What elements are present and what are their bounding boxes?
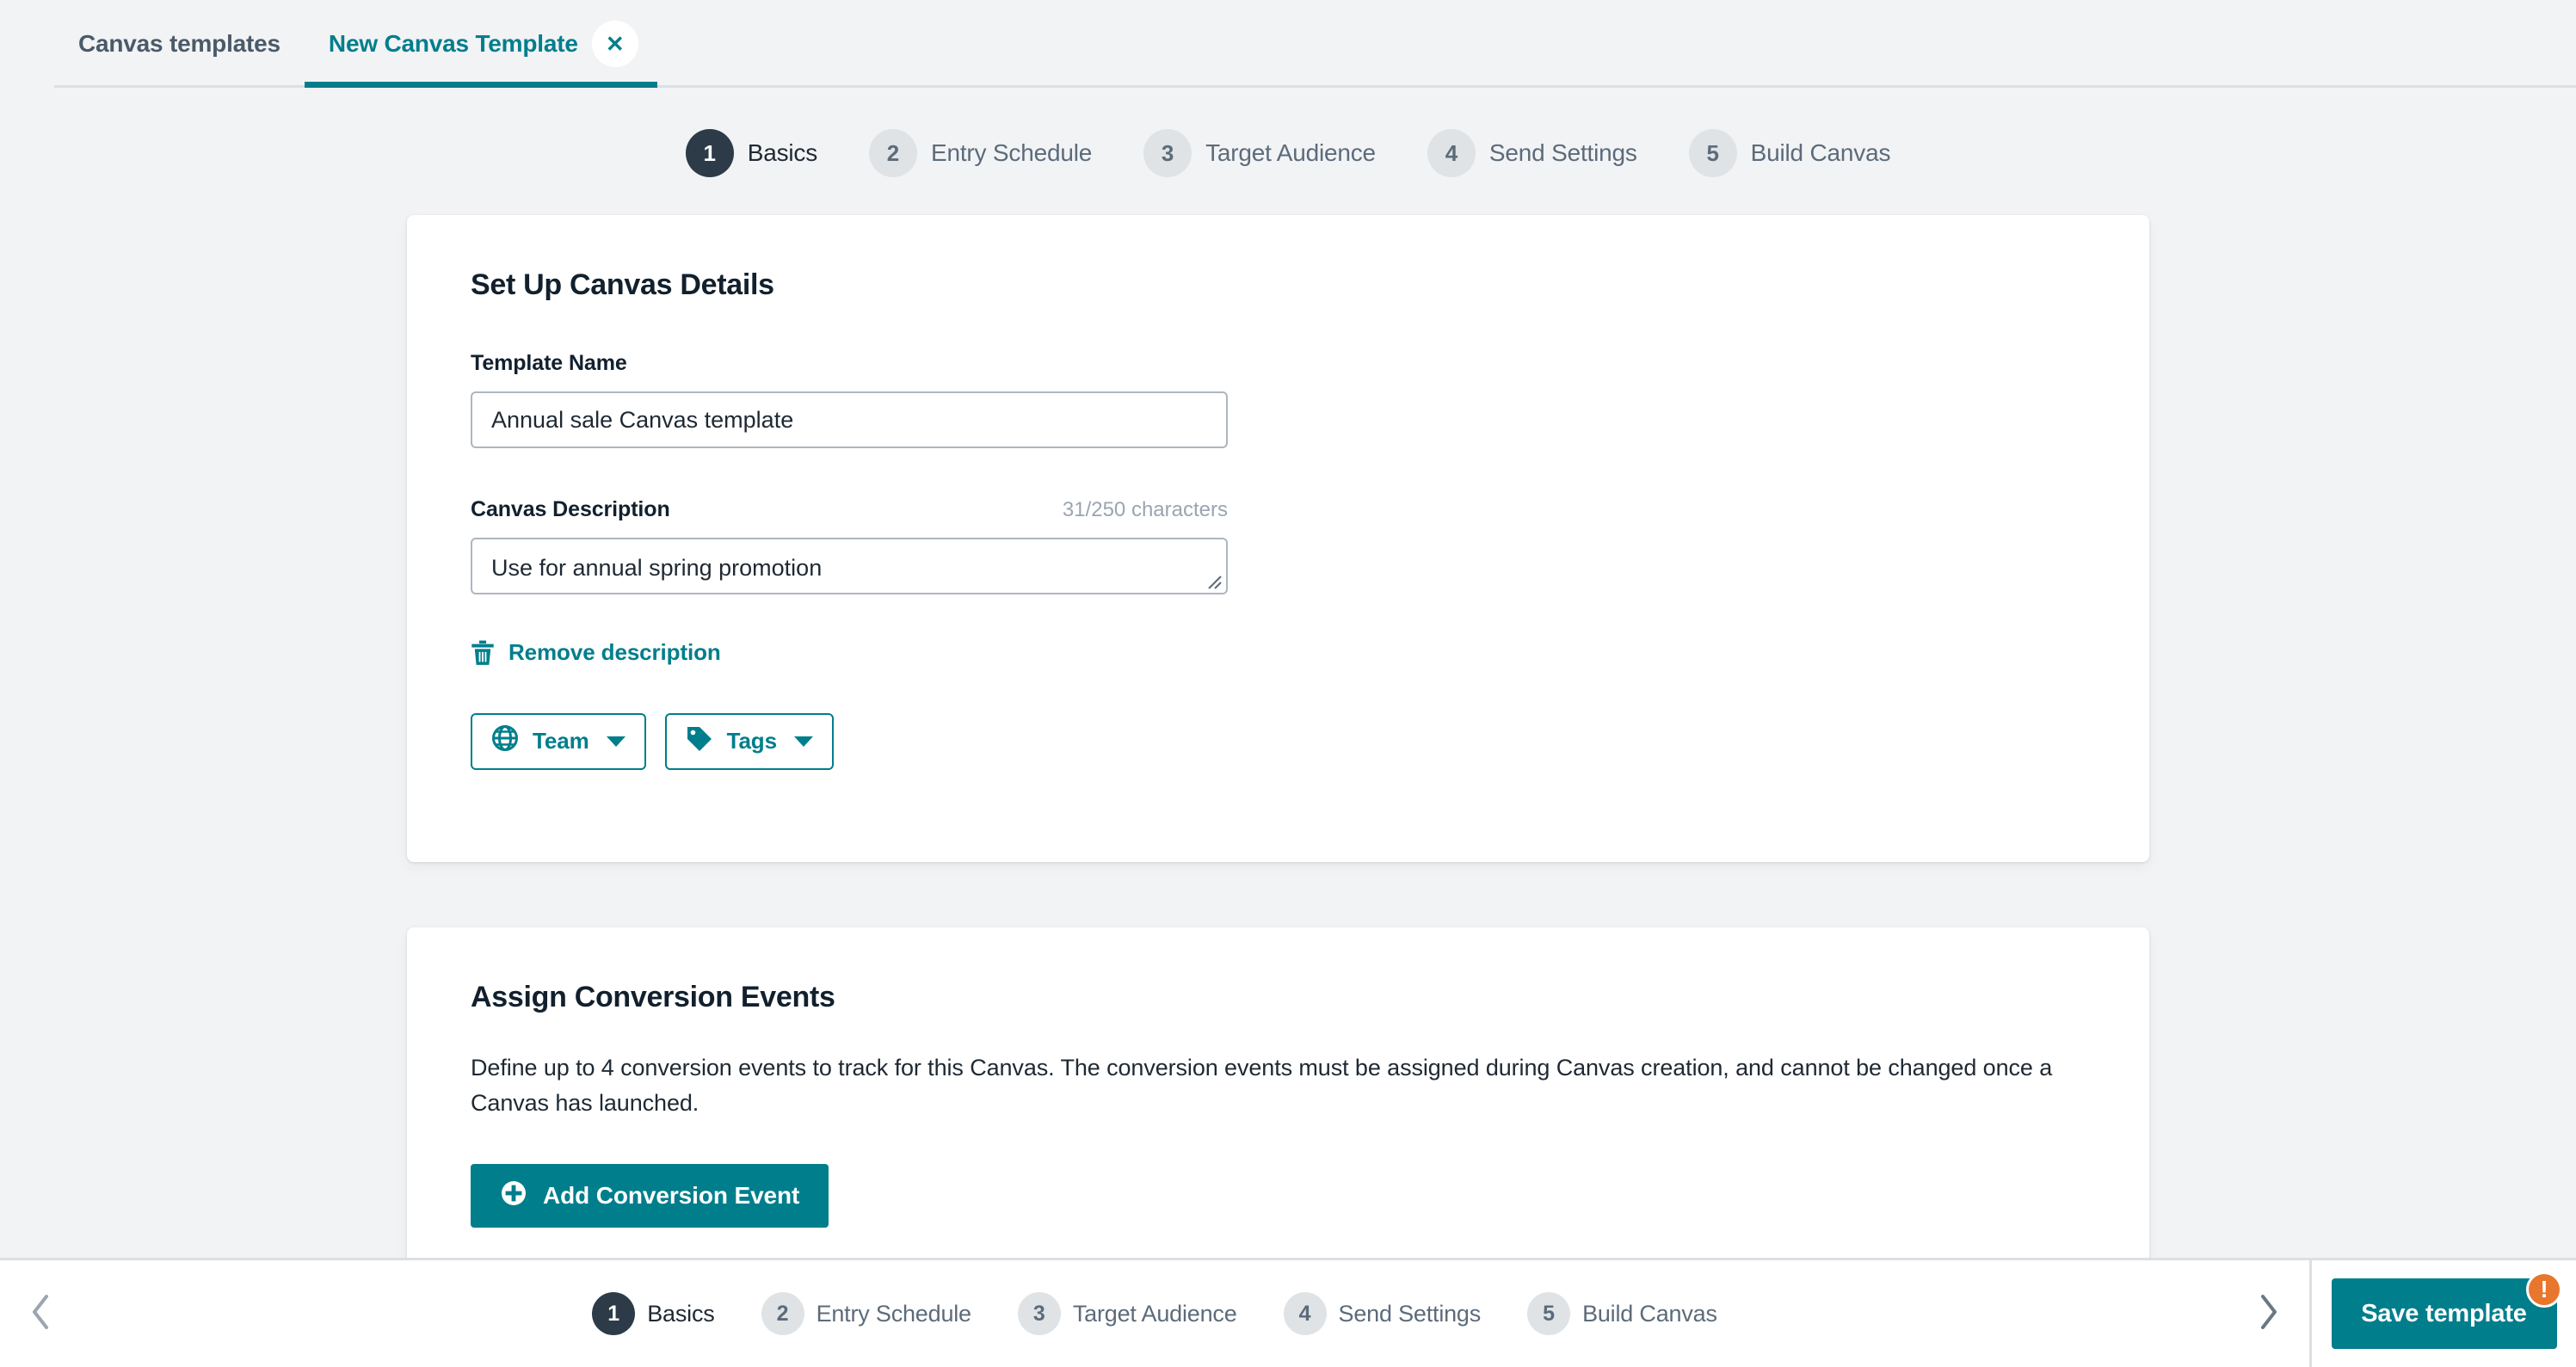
step-label: Build Canvas <box>1750 139 1891 166</box>
canvas-description-label: Canvas Description <box>471 497 670 521</box>
globe-icon <box>491 724 519 758</box>
tags-label: Tags <box>726 728 777 754</box>
template-name-field: Template Name <box>471 351 2086 448</box>
step-label: Send Settings <box>1338 1300 1482 1327</box>
step-label: Entry Schedule <box>816 1300 972 1327</box>
step-number: 4 <box>1427 129 1476 177</box>
step-number: 3 <box>1143 129 1192 177</box>
step-number: 2 <box>869 129 917 177</box>
step-send-settings[interactable]: 4 Send Settings <box>1283 1292 1482 1335</box>
step-label: Entry Schedule <box>931 139 1093 166</box>
tab-bar: Canvas templates New Canvas Template ✕ <box>0 0 2576 88</box>
step-build-canvas[interactable]: 5 Build Canvas <box>1688 129 1891 177</box>
step-number: 4 <box>1283 1292 1327 1335</box>
template-name-input[interactable] <box>471 391 1228 448</box>
chevron-down-icon <box>606 736 626 747</box>
add-conversion-event-label: Add Conversion Event <box>543 1182 800 1209</box>
step-indicator-bottom: 1 Basics 2 Entry Schedule 3 Target Audie… <box>83 1292 2227 1335</box>
previous-step-button[interactable] <box>0 1292 83 1336</box>
tag-icon <box>686 724 713 758</box>
remove-description-label: Remove description <box>508 639 721 665</box>
canvas-description-field: Canvas Description 31/250 characters <box>471 497 2086 594</box>
save-template-zone: Save template ! <box>2309 1259 2576 1367</box>
alert-badge-icon: ! <box>2526 1271 2562 1308</box>
step-label: Basics <box>747 139 817 166</box>
remove-description-link[interactable]: Remove description <box>471 639 721 666</box>
tab-new-canvas-template[interactable]: New Canvas Template ✕ <box>304 0 657 88</box>
card-title: Set Up Canvas Details <box>471 268 774 301</box>
step-basics[interactable]: 1 Basics <box>685 129 817 177</box>
step-label: Target Audience <box>1072 1300 1237 1327</box>
tab-list: Canvas templates New Canvas Template ✕ <box>54 0 657 88</box>
team-dropdown-button[interactable]: Team <box>471 712 646 770</box>
step-target-audience[interactable]: 3 Target Audience <box>1143 129 1376 177</box>
step-number: 5 <box>1527 1292 1571 1335</box>
save-template-button[interactable]: Save template <box>2331 1278 2557 1349</box>
step-number: 3 <box>1017 1292 1061 1335</box>
bottom-navigation-bar: 1 Basics 2 Entry Schedule 3 Target Audie… <box>0 1258 2576 1367</box>
step-entry-schedule[interactable]: 2 Entry Schedule <box>869 129 1092 177</box>
team-label: Team <box>533 728 589 754</box>
conversion-description: Define up to 4 conversion events to trac… <box>471 1055 2053 1116</box>
tab-label: Canvas templates <box>78 30 280 57</box>
canvas-description-textarea[interactable] <box>471 538 1228 594</box>
step-label: Basics <box>647 1300 715 1327</box>
chevron-right-icon <box>2256 1292 2280 1336</box>
step-basics[interactable]: 1 Basics <box>592 1292 715 1335</box>
plus-circle-icon <box>500 1179 527 1213</box>
step-number: 5 <box>1688 129 1737 177</box>
step-number: 1 <box>685 129 734 177</box>
step-label: Target Audience <box>1205 139 1376 166</box>
step-target-audience[interactable]: 3 Target Audience <box>1017 1292 1237 1335</box>
step-indicator-top: 1 Basics 2 Entry Schedule 3 Target Audie… <box>0 129 2576 177</box>
tags-dropdown-button[interactable]: Tags <box>664 712 834 770</box>
step-entry-schedule[interactable]: 2 Entry Schedule <box>761 1292 971 1335</box>
close-icon[interactable]: ✕ <box>591 21 638 67</box>
step-number: 1 <box>592 1292 636 1335</box>
step-build-canvas[interactable]: 5 Build Canvas <box>1527 1292 1717 1335</box>
step-label: Build Canvas <box>1582 1300 1717 1327</box>
chevron-down-icon <box>793 736 813 747</box>
chevron-left-icon <box>29 1292 53 1336</box>
character-counter: 31/250 characters <box>1062 498 1228 521</box>
canvas-details-card: Set Up Canvas Details Template Name Canv… <box>407 215 2149 862</box>
step-number: 2 <box>761 1292 804 1335</box>
add-conversion-event-button[interactable]: Add Conversion Event <box>471 1164 829 1228</box>
step-label: Send Settings <box>1488 139 1637 166</box>
tab-label: New Canvas Template <box>328 30 578 57</box>
step-send-settings[interactable]: 4 Send Settings <box>1427 129 1637 177</box>
template-name-label: Template Name <box>471 351 627 375</box>
card-title: Assign Conversion Events <box>471 981 835 1013</box>
team-tags-row: Team Tags <box>471 712 2086 770</box>
next-step-button[interactable] <box>2227 1292 2309 1336</box>
tab-canvas-templates[interactable]: Canvas templates <box>54 0 305 88</box>
trash-icon <box>471 640 495 666</box>
